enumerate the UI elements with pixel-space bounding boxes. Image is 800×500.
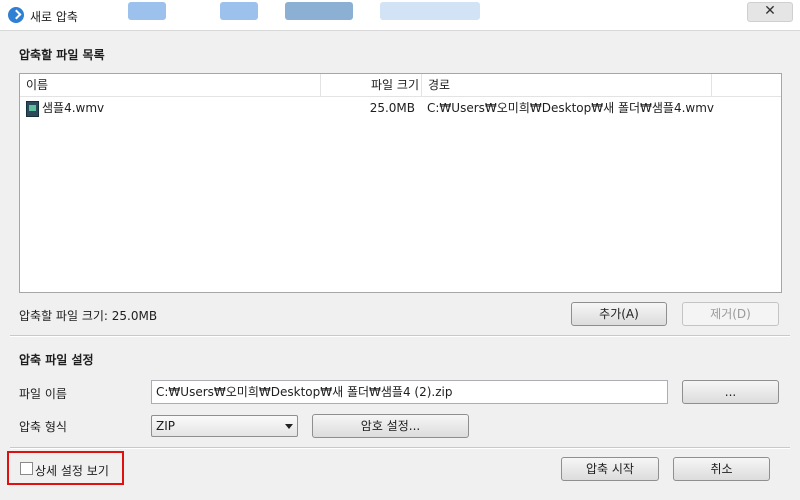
blurred-taskbar-item	[220, 2, 258, 20]
chevron-down-icon	[285, 424, 293, 429]
format-select-value: ZIP	[156, 419, 175, 433]
file-path: C:₩Users₩오미희₩Desktop₩새 폴더₩샘플4.wmv	[427, 101, 715, 115]
blurred-taskbar-item	[128, 2, 166, 20]
total-size-text: 압축할 파일 크기: 25.0MB	[19, 309, 158, 323]
file-list-row[interactable]: 샘플4.wmv 25.0MB C:₩Users₩오미희₩Desktop₩새 폴더…	[20, 98, 781, 118]
settings-section-title: 압축 파일 설정	[19, 353, 94, 367]
video-file-icon	[26, 101, 39, 117]
column-header-path[interactable]: 경로	[422, 74, 712, 97]
start-compression-button[interactable]: 압축 시작	[561, 457, 659, 481]
app-logo-icon	[8, 7, 24, 23]
add-button[interactable]: 추가(A)	[571, 302, 667, 326]
format-select[interactable]: ZIP	[151, 415, 298, 437]
filename-label: 파일 이름	[19, 387, 67, 401]
section-divider	[10, 335, 790, 337]
close-icon: ✕	[764, 3, 776, 19]
close-button[interactable]: ✕	[747, 2, 793, 22]
file-size: 25.0MB	[369, 101, 415, 115]
format-label: 압축 형식	[19, 420, 67, 434]
cancel-button[interactable]: 취소	[673, 457, 770, 481]
footer-divider	[10, 447, 790, 449]
window-title: 새로 압축	[30, 10, 78, 24]
column-header-name[interactable]: 이름	[20, 74, 321, 97]
remove-button[interactable]: 제거(D)	[682, 302, 779, 326]
blurred-taskbar-item	[285, 2, 353, 20]
filename-input[interactable]: C:₩Users₩오미희₩Desktop₩새 폴더₩샘플4 (2).zip	[151, 380, 668, 404]
browse-button[interactable]: ...	[682, 380, 779, 404]
file-list-section-title: 압축할 파일 목록	[19, 48, 105, 62]
file-name: 샘플4.wmv	[42, 101, 105, 115]
advanced-settings-checkbox[interactable]	[20, 462, 33, 475]
column-header-filler	[712, 74, 781, 97]
blurred-taskbar-item	[380, 2, 480, 20]
password-button[interactable]: 암호 설정...	[312, 414, 469, 438]
file-list[interactable]: 이름 파일 크기 경로 샘플4.wmv 25.0MB C:₩Users₩오미희₩…	[19, 73, 782, 293]
title-bar: 새로 압축 ✕	[0, 0, 800, 31]
advanced-settings-label[interactable]: 상세 설정 보기	[35, 462, 109, 479]
column-header-size[interactable]: 파일 크기	[321, 74, 422, 97]
